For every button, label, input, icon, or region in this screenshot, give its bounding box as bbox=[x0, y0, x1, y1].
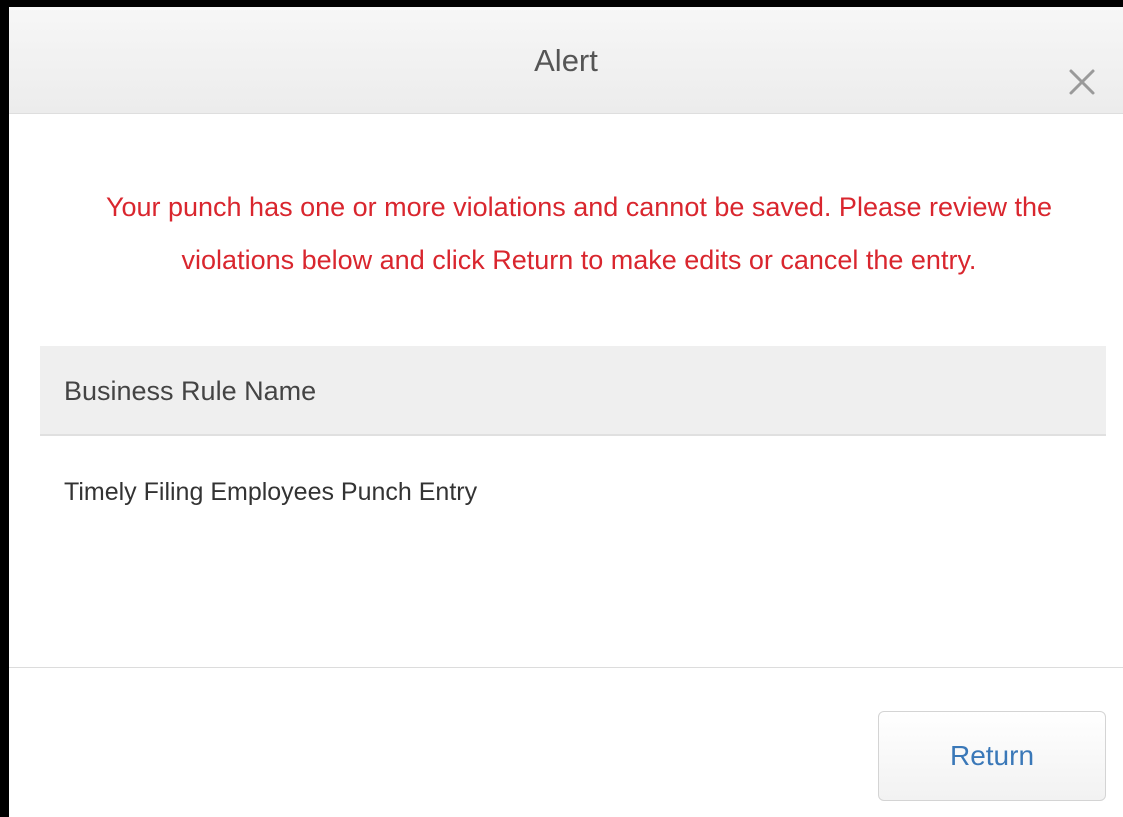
table-header: Business Rule Name bbox=[40, 346, 1106, 436]
table-cell-business-rule: Timely Filing Employees Punch Entry bbox=[64, 478, 478, 506]
alert-dialog: Alert Your punch has one or more violati… bbox=[0, 0, 1123, 817]
footer-divider bbox=[9, 667, 1123, 668]
column-header-business-rule-name: Business Rule Name bbox=[64, 376, 317, 406]
return-button[interactable]: Return bbox=[878, 711, 1106, 801]
dialog-title: Alert bbox=[534, 43, 598, 78]
dialog-header: Alert bbox=[9, 7, 1123, 114]
close-icon[interactable] bbox=[1065, 65, 1099, 99]
violation-message: Your punch has one or more violations an… bbox=[105, 192, 1053, 275]
